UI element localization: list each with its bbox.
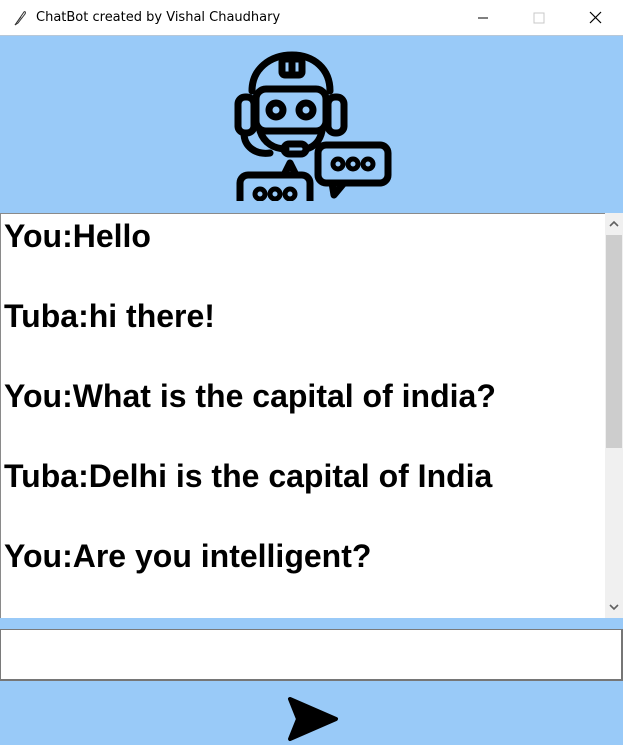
chevron-up-icon bbox=[609, 220, 619, 227]
scroll-thumb[interactable] bbox=[606, 235, 622, 448]
chat-log[interactable]: You:Hello Tuba:hi there! You:What is the… bbox=[0, 213, 605, 618]
minimize-button[interactable] bbox=[455, 0, 511, 35]
feather-icon bbox=[12, 10, 28, 26]
minimize-icon bbox=[478, 17, 488, 18]
chat-scrollbar[interactable] bbox=[605, 213, 623, 618]
close-icon bbox=[589, 11, 601, 24]
scroll-up-button[interactable] bbox=[605, 215, 623, 233]
chevron-down-icon bbox=[609, 604, 619, 611]
chat-message: Tuba:Delhi is the capital of India bbox=[4, 458, 493, 494]
chat-message: You:Hello bbox=[4, 218, 151, 254]
robot-chat-icon bbox=[234, 51, 392, 201]
send-button[interactable] bbox=[286, 695, 340, 743]
scroll-down-button[interactable] bbox=[605, 598, 623, 616]
maximize-button[interactable] bbox=[511, 0, 567, 35]
chat-message: You:Are you intelligent? bbox=[4, 538, 372, 574]
title-bar: ChatBot created by Vishal Chaudhary bbox=[0, 0, 623, 35]
chat-message: You:What is the capital of india? bbox=[4, 378, 496, 414]
close-button[interactable] bbox=[567, 0, 623, 35]
footer-bar bbox=[0, 681, 623, 745]
chatbot-window: ChatBot created by Vishal Chaudhary You:… bbox=[0, 0, 623, 745]
window-title: ChatBot created by Vishal Chaudhary bbox=[36, 10, 281, 25]
maximize-icon bbox=[533, 12, 545, 23]
window-controls bbox=[455, 0, 623, 35]
message-input[interactable] bbox=[0, 629, 623, 681]
header-banner bbox=[0, 36, 623, 213]
divider-strip bbox=[0, 618, 623, 629]
send-arrow-icon bbox=[288, 697, 338, 741]
chat-message: Tuba:hi there! bbox=[4, 298, 215, 334]
